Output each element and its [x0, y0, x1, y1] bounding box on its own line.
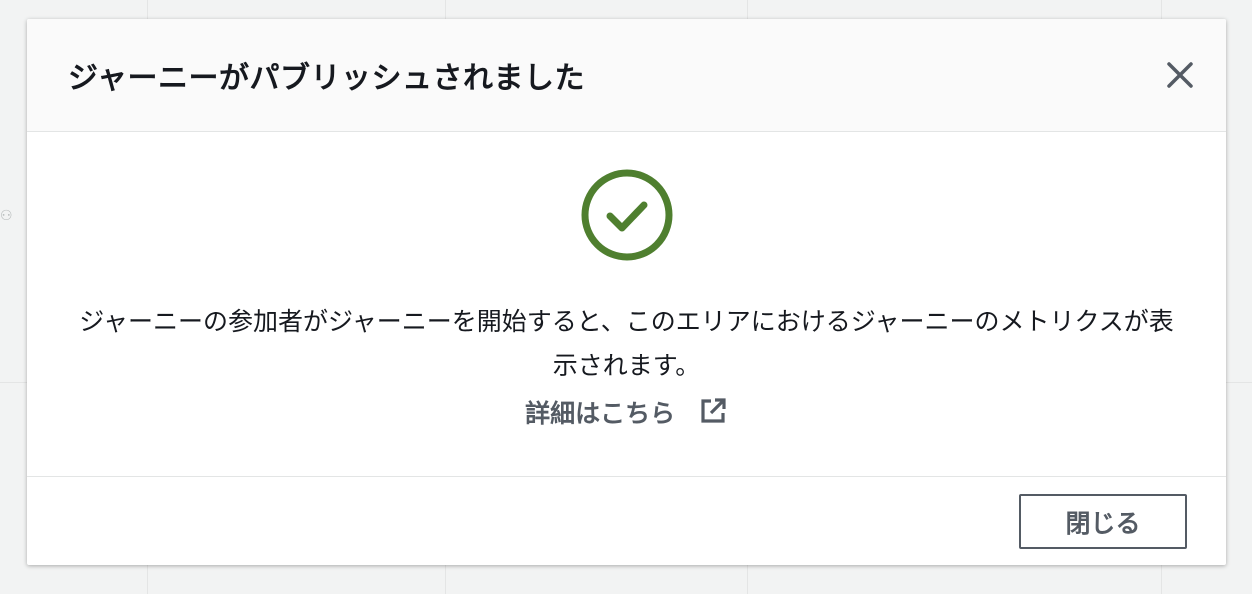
background-node-icon: ⚇ [0, 208, 13, 224]
modal-footer: 閉じる [27, 477, 1226, 565]
close-footer-button[interactable]: 閉じる [1019, 494, 1187, 549]
close-button[interactable] [1160, 55, 1200, 95]
modal-title: ジャーニーがパブリッシュされました [68, 61, 585, 96]
modal-header: ジャーニーがパブリッシュされました [27, 19, 1226, 132]
modal-body: ジャーニーの参加者がジャーニーを開始すると、このエリアにおけるジャーニーのメトリ… [27, 132, 1226, 477]
check-circle-icon [581, 169, 673, 261]
journey-published-modal: ジャーニーがパブリッシュされました ジャーニーの参加者がジャーニーを開始すると、… [27, 19, 1226, 565]
learn-more-link[interactable]: 詳細はこちら [27, 394, 1226, 430]
external-link-icon [701, 398, 726, 423]
publish-message: ジャーニーの参加者がジャーニーを開始すると、このエリアにおけるジャーニーのメトリ… [79, 307, 1174, 380]
close-icon [1167, 62, 1193, 88]
learn-more-label: 詳細はこちら [525, 399, 676, 428]
